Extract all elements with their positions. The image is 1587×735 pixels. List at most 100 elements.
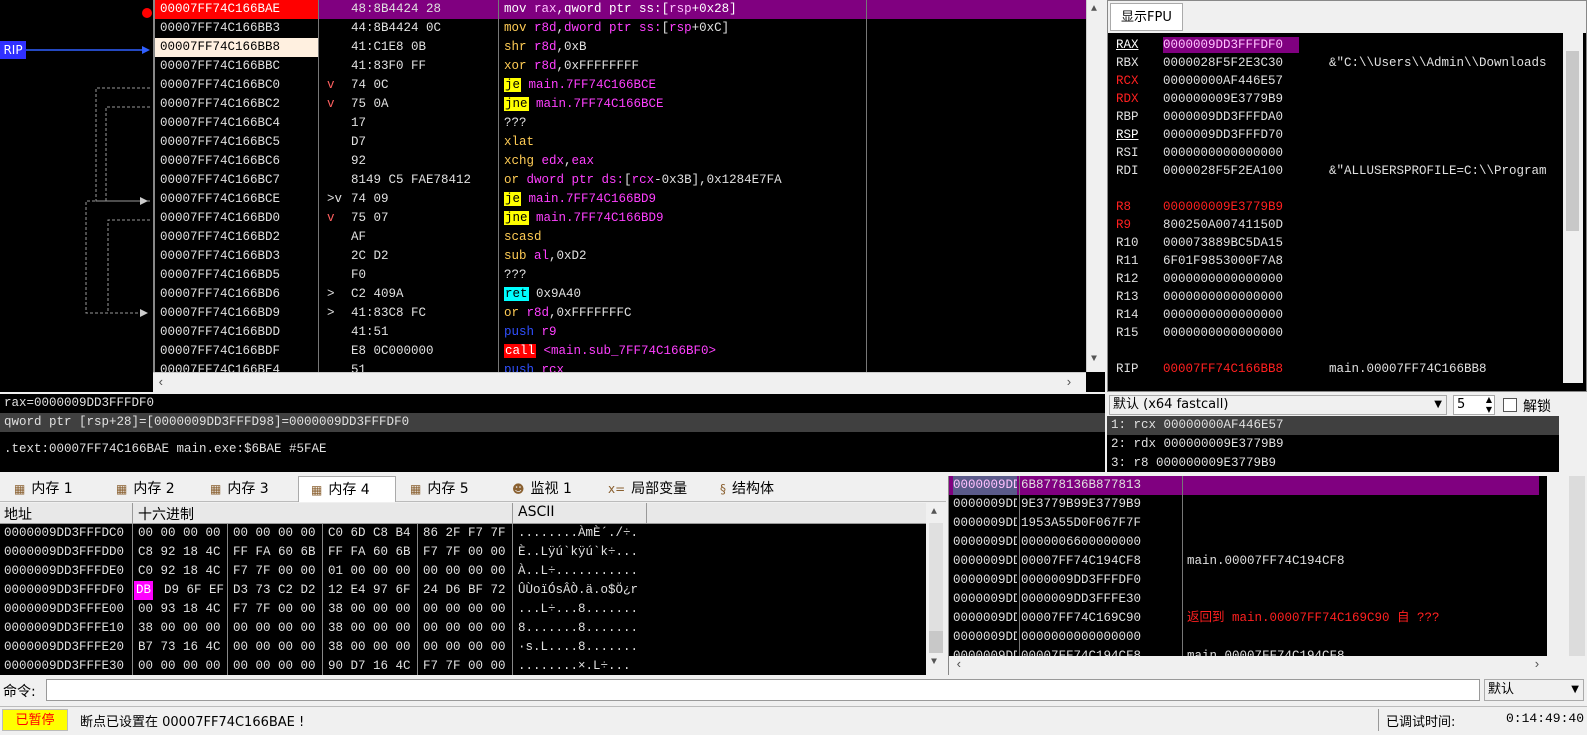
disasm-instruction[interactable]: jne main.7FF74C166BCE bbox=[499, 95, 866, 114]
command-input[interactable] bbox=[46, 679, 1480, 701]
disasm-address[interactable]: 00007FF74C166BCE bbox=[155, 190, 318, 209]
disasm-address[interactable]: 00007FF74C166BD2 bbox=[155, 228, 318, 247]
argument-row[interactable]: 3: r8 000000009E3779B9 bbox=[1107, 454, 1559, 473]
disasm-comment[interactable] bbox=[867, 95, 1086, 114]
scroll-left-icon[interactable]: ‹ bbox=[955, 657, 963, 672]
arguments-scrollbar[interactable] bbox=[1559, 416, 1587, 472]
argument-row[interactable]: 1: rcx 00000000AF446E57 bbox=[1107, 416, 1559, 435]
disasm-address[interactable]: 00007FF74C166BD3 bbox=[155, 247, 318, 266]
disasm-address[interactable]: 00007FF74C166BAE bbox=[155, 0, 318, 19]
dump-hex-group[interactable]: C8 92 18 4C bbox=[138, 543, 221, 562]
disassembly-view[interactable]: RIP 00007FF74C166BAE 00007FF74C166BB3 0000… bbox=[0, 0, 1105, 392]
dump-view[interactable]: 0000009DD3FFFDC0 00 00 00 00 00 00 00 00 C0… bbox=[0, 524, 926, 675]
dump-hex-group[interactable]: 00 00 00 00 bbox=[423, 600, 506, 619]
dump-hex-group[interactable]: 38 00 00 00 bbox=[328, 600, 411, 619]
dump-hex-group[interactable]: 00 93 18 4C bbox=[138, 600, 221, 619]
disasm-address[interactable]: 00007FF74C166BDD bbox=[155, 323, 318, 342]
scroll-right-icon[interactable]: › bbox=[1065, 375, 1073, 390]
disasm-comment[interactable] bbox=[867, 304, 1086, 323]
dump-header-hex[interactable]: 十六进制 bbox=[138, 504, 194, 524]
disasm-comment[interactable] bbox=[867, 133, 1086, 152]
disasm-bytes[interactable]: 41:C1E8 0B bbox=[319, 38, 498, 57]
register-row[interactable]: RIP 00007FF74C166BB8 main.00007FF74C166BB8 bbox=[1116, 360, 1556, 378]
dump-header-address[interactable]: 地址 bbox=[4, 504, 32, 524]
argument-row[interactable]: 2: rdx 000000009E3779B9 bbox=[1107, 435, 1559, 454]
disasm-comment[interactable] bbox=[867, 228, 1086, 247]
disasm-bytes[interactable]: 41:83F0 FF bbox=[319, 57, 498, 76]
disasm-bytes[interactable]: >41:83C8 FC bbox=[319, 304, 498, 323]
disasm-bytes[interactable]: 48:8B4424 28 bbox=[319, 0, 498, 19]
dump-hex-group[interactable]: 00 00 00 00 bbox=[138, 524, 221, 543]
dump-hex-group[interactable]: F7 7F 00 00 bbox=[233, 600, 316, 619]
register-value[interactable]: 0000009DD3FFFDA0 bbox=[1163, 108, 1283, 126]
arg-count-spinner[interactable]: 5 ▲ ▼ bbox=[1453, 395, 1495, 415]
dump-row[interactable]: 0000009DD3FFFDF0 D9 6F EF D3 73 C2 D2 12 E… bbox=[0, 581, 926, 600]
tab-6[interactable]: ☻ 监视 1 bbox=[500, 476, 594, 502]
disasm-instruction[interactable]: jne main.7FF74C166BD9 bbox=[499, 209, 866, 228]
tab-1[interactable]: ▦ 内存 1 bbox=[2, 476, 102, 502]
dump-hex-group[interactable]: D3 73 C2 D2 bbox=[233, 581, 316, 600]
disasm-comment[interactable] bbox=[867, 266, 1086, 285]
disasm-bytes[interactable]: 2C D2 bbox=[319, 247, 498, 266]
disasm-bytes[interactable]: D7 bbox=[319, 133, 498, 152]
register-row[interactable]: R13 0000000000000000 bbox=[1116, 288, 1556, 306]
disasm-address[interactable]: 00007FF74C166BC6 bbox=[155, 152, 318, 171]
registers-scrollbar[interactable] bbox=[1563, 33, 1583, 383]
dump-hex-group[interactable]: FF FA 60 6B bbox=[233, 543, 316, 562]
disasm-horizontal-scrollbar[interactable]: ‹ › bbox=[153, 372, 1086, 392]
dump-hex-group[interactable]: 00 00 00 00 bbox=[233, 619, 316, 638]
disasm-bytes[interactable]: AF bbox=[319, 228, 498, 247]
stack-view[interactable]: 0000009DD3FFFD706B8778136B8778130000009D… bbox=[948, 476, 1587, 675]
disasm-bytes[interactable]: >v 74 09 bbox=[319, 190, 498, 209]
disasm-instruction[interactable]: je main.7FF74C166BD9 bbox=[499, 190, 866, 209]
disasm-comment[interactable] bbox=[867, 171, 1086, 190]
dump-hex-group[interactable]: 12 E4 97 6F bbox=[328, 581, 411, 600]
dump-hex-group[interactable]: 24 D6 BF 72 bbox=[423, 581, 506, 600]
register-row[interactable]: R15 0000000000000000 bbox=[1116, 324, 1556, 342]
disasm-comment[interactable] bbox=[867, 285, 1086, 304]
dump-hex-group[interactable]: 00 00 00 00 bbox=[233, 638, 316, 657]
disasm-comment[interactable] bbox=[867, 152, 1086, 171]
disasm-bytes[interactable]: 92 bbox=[319, 152, 498, 171]
disasm-bytes[interactable]: v 75 07 bbox=[319, 209, 498, 228]
disasm-instruction[interactable]: ret 0x9A40 bbox=[499, 285, 866, 304]
scroll-right-icon[interactable]: › bbox=[1533, 657, 1541, 672]
disasm-address[interactable]: 00007FF74C166BC7 bbox=[155, 171, 318, 190]
stack-row[interactable]: 0000009DD3FFFD88 0000006600000000 bbox=[949, 533, 1539, 552]
disasm-comment[interactable] bbox=[867, 247, 1086, 266]
disasm-bytes[interactable]: v 74 0C bbox=[319, 76, 498, 95]
disasm-instruction[interactable]: or dword ptr ds:[rcx-0x3B],0x1284E7FA bbox=[499, 171, 866, 190]
disasm-bytes[interactable]: 44:8B4424 0C bbox=[319, 19, 498, 38]
dump-row[interactable]: 0000009DD3FFFE10 38 00 00 00 00 00 00 00 38… bbox=[0, 619, 926, 638]
register-row[interactable]: RDX 000000009E3779B9 bbox=[1116, 90, 1556, 108]
dump-hex-group[interactable]: C0 92 18 4C bbox=[138, 562, 221, 581]
disasm-instruction[interactable]: xchg edx,eax bbox=[499, 152, 866, 171]
dump-hex-group[interactable]: F7 7F 00 00 bbox=[233, 562, 316, 581]
register-row[interactable]: R9 800250A00741150D bbox=[1116, 216, 1556, 234]
instruction-column[interactable]: mov rax,qword ptr ss:[rsp+0x28] mov r8d,d… bbox=[498, 0, 866, 377]
register-value[interactable]: 0000000000000000 bbox=[1163, 324, 1283, 342]
selected-byte[interactable]: DB bbox=[134, 581, 154, 600]
register-row[interactable]: R14 0000000000000000 bbox=[1116, 306, 1556, 324]
scroll-left-icon[interactable]: ‹ bbox=[157, 375, 165, 390]
command-mode-select[interactable]: 默认 ▼ bbox=[1484, 679, 1584, 701]
dump-hex-group[interactable]: FF FA 60 6B bbox=[328, 543, 411, 562]
stack-row[interactable]: 0000009DD3FFFDB8 00007FF74C194CF8 main.000… bbox=[949, 647, 1539, 656]
dump-hex-group[interactable]: D9 6F EF bbox=[164, 581, 224, 600]
disasm-instruction[interactable]: shr r8d,0xB bbox=[499, 38, 866, 57]
dump-vertical-scrollbar[interactable]: ▲ ▼ bbox=[926, 503, 946, 675]
register-row[interactable]: R8 000000009E3779B9 bbox=[1116, 198, 1556, 216]
show-fpu-tab[interactable]: 显示FPU bbox=[1110, 3, 1183, 31]
disasm-comment[interactable] bbox=[867, 76, 1086, 95]
dump-hex-group[interactable]: 00 00 00 00 bbox=[138, 657, 221, 676]
tab-7[interactable]: x= 局部变量 bbox=[596, 476, 706, 502]
unlock-checkbox[interactable] bbox=[1503, 398, 1517, 412]
dump-hex-group[interactable]: 86 2F F7 7F bbox=[423, 524, 506, 543]
dump-row[interactable]: 0000009DD3FFFDC0 00 00 00 00 00 00 00 00 C0… bbox=[0, 524, 926, 543]
register-value[interactable]: 00000000AF446E57 bbox=[1163, 72, 1283, 90]
disasm-instruction[interactable]: push r9 bbox=[499, 323, 866, 342]
stack-horizontal-scrollbar[interactable]: ‹ › bbox=[949, 656, 1587, 675]
tab-4[interactable]: ▦ 内存 4 bbox=[298, 476, 396, 502]
stack-row[interactable]: 0000009DD3FFFDA8 00007FF74C169C90 返回到 main… bbox=[949, 609, 1539, 628]
stack-row[interactable]: 0000009DD3FFFD98 0000009DD3FFFDF0 bbox=[949, 571, 1539, 590]
